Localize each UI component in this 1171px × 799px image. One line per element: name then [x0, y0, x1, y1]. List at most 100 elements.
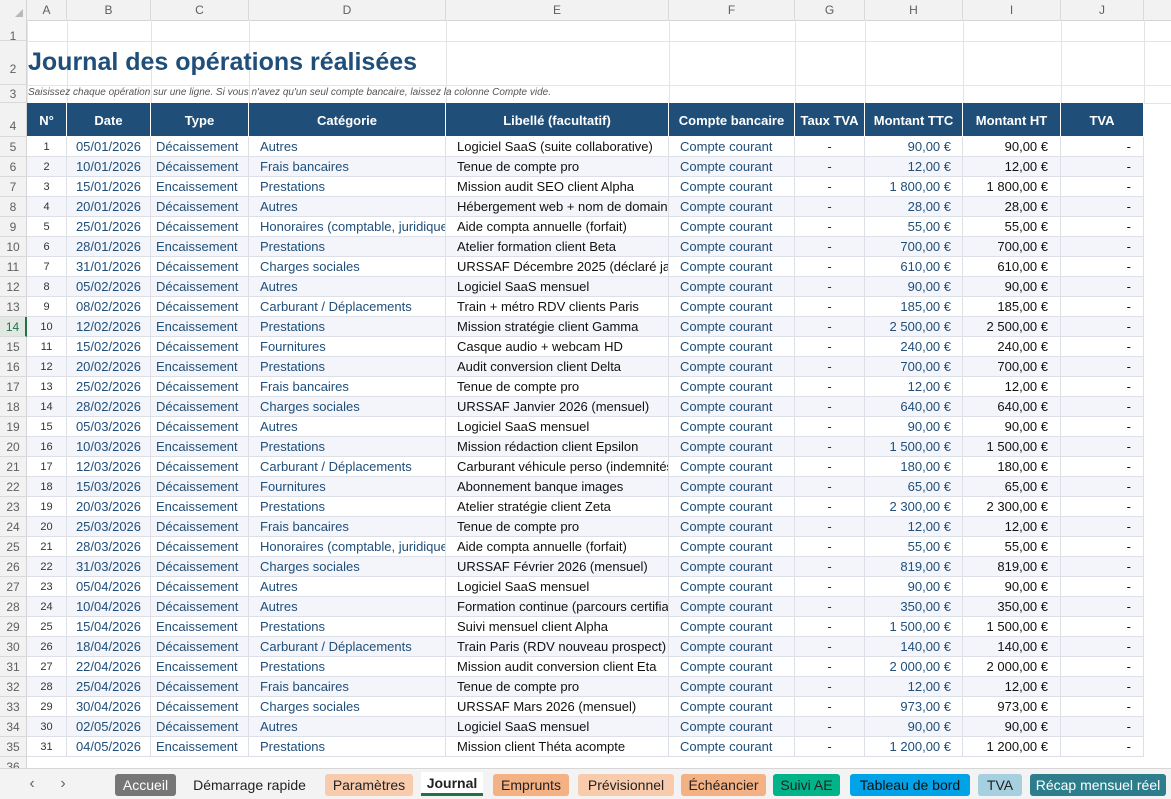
- cell-amount-ht[interactable]: 90,00 €: [963, 277, 1061, 296]
- cell-bank-account[interactable]: Compte courant: [669, 377, 795, 396]
- cell-date[interactable]: 05/04/2026: [67, 577, 151, 596]
- cell-amount-ht[interactable]: 973,00 €: [963, 697, 1061, 716]
- cell-bank-account[interactable]: Compte courant: [669, 437, 795, 456]
- cell-category[interactable]: Frais bancaires: [249, 517, 446, 536]
- cell-label[interactable]: Suivi mensuel client Alpha: [446, 617, 669, 636]
- row-header[interactable]: 8: [0, 197, 27, 217]
- cell-date[interactable]: 20/03/2026: [67, 497, 151, 516]
- cell-category[interactable]: Charges sociales: [249, 557, 446, 576]
- cell-category[interactable]: Frais bancaires: [249, 157, 446, 176]
- cell-date[interactable]: 18/04/2026: [67, 637, 151, 656]
- cell-category[interactable]: Prestations: [249, 437, 446, 456]
- sheet-tab-suivi-ae[interactable]: Suivi AE: [773, 774, 840, 796]
- cell-category[interactable]: Prestations: [249, 177, 446, 196]
- sheet-tab-tva[interactable]: TVA: [978, 774, 1022, 796]
- sheet-tab-previsionnel[interactable]: Prévisionnel: [578, 774, 674, 796]
- cell-date[interactable]: 15/04/2026: [67, 617, 151, 636]
- cell-type[interactable]: Encaissement: [151, 357, 249, 376]
- cell-vat-rate[interactable]: -: [795, 717, 865, 736]
- cell-type[interactable]: Décaissement: [151, 197, 249, 216]
- cell-amount-ht[interactable]: 700,00 €: [963, 357, 1061, 376]
- cell-vat[interactable]: -: [1061, 537, 1144, 556]
- column-header-c[interactable]: C: [151, 0, 249, 20]
- cell-type[interactable]: Décaissement: [151, 337, 249, 356]
- row-header[interactable]: 14: [0, 317, 27, 337]
- cell-vat-rate[interactable]: -: [795, 517, 865, 536]
- cell-bank-account[interactable]: Compte courant: [669, 717, 795, 736]
- cell-number[interactable]: 29: [27, 697, 67, 716]
- cell-amount-ht[interactable]: 28,00 €: [963, 197, 1061, 216]
- cell-number[interactable]: 28: [27, 677, 67, 696]
- cell-vat[interactable]: -: [1061, 177, 1144, 196]
- cell-vat-rate[interactable]: -: [795, 697, 865, 716]
- row-header[interactable]: 9: [0, 217, 27, 237]
- cell-vat[interactable]: -: [1061, 517, 1144, 536]
- cell-category[interactable]: Frais bancaires: [249, 677, 446, 696]
- cell-vat-rate[interactable]: -: [795, 557, 865, 576]
- cell-label[interactable]: Train Paris (RDV nouveau prospect): [446, 637, 669, 656]
- cell-number[interactable]: 18: [27, 477, 67, 496]
- cell-number[interactable]: 8: [27, 277, 67, 296]
- cell-number[interactable]: 31: [27, 737, 67, 756]
- cell-vat-rate[interactable]: -: [795, 417, 865, 436]
- column-header-f[interactable]: F: [669, 0, 795, 20]
- cell-label[interactable]: Mission rédaction client Epsilon: [446, 437, 669, 456]
- cell-bank-account[interactable]: Compte courant: [669, 277, 795, 296]
- sheet-tab-journal[interactable]: Journal: [421, 772, 483, 796]
- cell-label[interactable]: URSSAF Janvier 2026 (mensuel): [446, 397, 669, 416]
- sheet-tab-recap-mensuel-reel[interactable]: Récap mensuel réel: [1030, 774, 1166, 796]
- cell-date[interactable]: 15/01/2026: [67, 177, 151, 196]
- cell-vat-rate[interactable]: -: [795, 597, 865, 616]
- cell-amount-ht[interactable]: 90,00 €: [963, 137, 1061, 156]
- cell-vat-rate[interactable]: -: [795, 137, 865, 156]
- cell-number[interactable]: 25: [27, 617, 67, 636]
- cell-vat[interactable]: -: [1061, 577, 1144, 596]
- cell-label[interactable]: Hébergement web + nom de domaine: [446, 197, 669, 216]
- row-header[interactable]: 24: [0, 517, 27, 537]
- cell-vat-rate[interactable]: -: [795, 397, 865, 416]
- cell-vat[interactable]: -: [1061, 637, 1144, 656]
- cell-number[interactable]: 3: [27, 177, 67, 196]
- cell-number[interactable]: 27: [27, 657, 67, 676]
- row-header[interactable]: 27: [0, 577, 27, 597]
- cell-number[interactable]: 16: [27, 437, 67, 456]
- row-header[interactable]: 36: [0, 757, 27, 768]
- cell-label[interactable]: Mission audit SEO client Alpha: [446, 177, 669, 196]
- cell-date[interactable]: 22/04/2026: [67, 657, 151, 676]
- row-header[interactable]: 32: [0, 677, 27, 697]
- cell-type[interactable]: Encaissement: [151, 737, 249, 756]
- header-vat-rate[interactable]: Taux TVA: [795, 103, 865, 136]
- cell-amount-ttc[interactable]: 90,00 €: [865, 137, 963, 156]
- cell-amount-ht[interactable]: 2 300,00 €: [963, 497, 1061, 516]
- cell-vat-rate[interactable]: -: [795, 617, 865, 636]
- header-type[interactable]: Type: [151, 103, 249, 136]
- row-header[interactable]: 26: [0, 557, 27, 577]
- row-header[interactable]: 4: [0, 103, 27, 137]
- cell-bank-account[interactable]: Compte courant: [669, 477, 795, 496]
- cell-number[interactable]: 2: [27, 157, 67, 176]
- cell-vat-rate[interactable]: -: [795, 377, 865, 396]
- cell-vat[interactable]: -: [1061, 597, 1144, 616]
- cell-amount-ht[interactable]: 12,00 €: [963, 517, 1061, 536]
- cell-bank-account[interactable]: Compte courant: [669, 677, 795, 696]
- cell-label[interactable]: Logiciel SaaS mensuel: [446, 717, 669, 736]
- cell-category[interactable]: Autres: [249, 197, 446, 216]
- cell-type[interactable]: Décaissement: [151, 417, 249, 436]
- cell-date[interactable]: 12/03/2026: [67, 457, 151, 476]
- cell-number[interactable]: 24: [27, 597, 67, 616]
- cell-category[interactable]: Prestations: [249, 497, 446, 516]
- cell-amount-ttc[interactable]: 610,00 €: [865, 257, 963, 276]
- cell-label[interactable]: Logiciel SaaS mensuel: [446, 417, 669, 436]
- cell-label[interactable]: Atelier formation client Beta: [446, 237, 669, 256]
- cell-vat[interactable]: -: [1061, 617, 1144, 636]
- cell-number[interactable]: 14: [27, 397, 67, 416]
- cell-amount-ttc[interactable]: 90,00 €: [865, 577, 963, 596]
- cell-date[interactable]: 05/02/2026: [67, 277, 151, 296]
- cell-label[interactable]: URSSAF Mars 2026 (mensuel): [446, 697, 669, 716]
- next-sheet-button[interactable]: ›: [53, 774, 73, 794]
- cell-date[interactable]: 10/03/2026: [67, 437, 151, 456]
- cell-label[interactable]: Tenue de compte pro: [446, 517, 669, 536]
- cell-amount-ttc[interactable]: 1 800,00 €: [865, 177, 963, 196]
- cell-type[interactable]: Encaissement: [151, 237, 249, 256]
- cell-date[interactable]: 08/02/2026: [67, 297, 151, 316]
